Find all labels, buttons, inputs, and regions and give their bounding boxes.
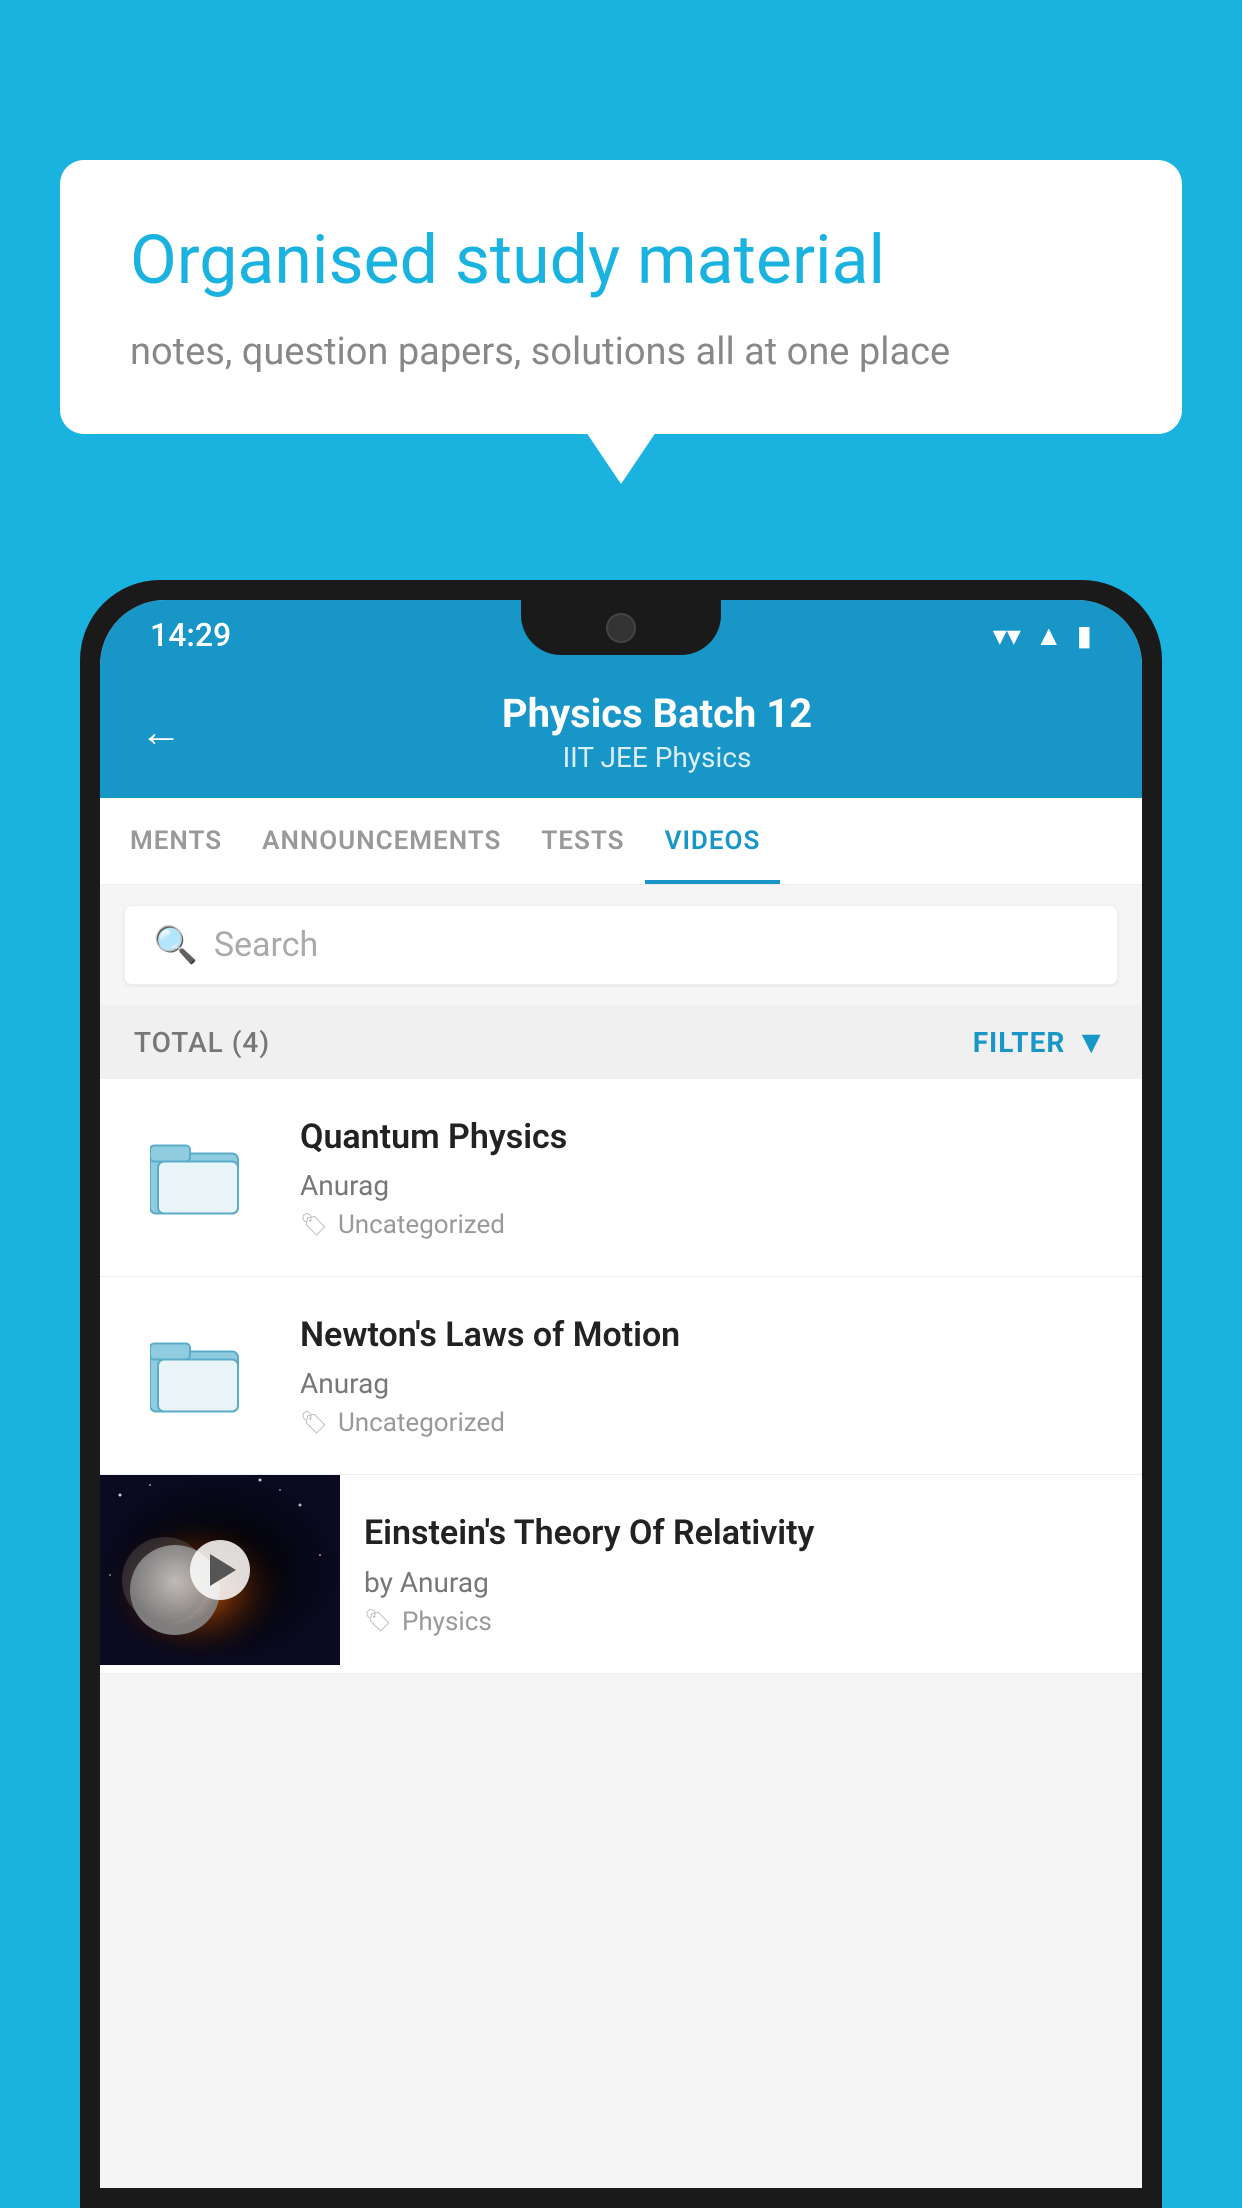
header-subtitle: IIT JEE Physics: [212, 741, 1102, 774]
list-item[interactable]: Quantum Physics Anurag 🏷 Uncategorized: [100, 1079, 1142, 1277]
search-placeholder: Search: [214, 925, 318, 965]
video-info-3: Einstein's Theory Of Relativity by Anura…: [340, 1475, 1142, 1672]
battery-icon: ▮: [1077, 619, 1092, 652]
filter-label: FILTER: [973, 1026, 1066, 1059]
signal-icon: ▲: [1035, 619, 1063, 652]
phone-notch: [521, 600, 721, 655]
play-button-einstein[interactable]: [190, 1540, 250, 1600]
header-title: Physics Batch 12: [212, 690, 1102, 737]
speech-bubble-container: Organised study material notes, question…: [60, 160, 1182, 434]
front-camera: [606, 613, 636, 643]
tab-videos[interactable]: VIDEOS: [645, 798, 781, 884]
tab-tests[interactable]: TESTS: [521, 798, 644, 884]
filter-button[interactable]: FILTER ▼: [973, 1023, 1108, 1061]
folder-thumbnail-1: [130, 1123, 270, 1233]
video-tag-3: 🏷 Physics: [364, 1607, 1112, 1637]
list-item[interactable]: Newton's Laws of Motion Anurag 🏷 Uncateg…: [100, 1277, 1142, 1475]
tab-ments[interactable]: MENTS: [110, 798, 242, 884]
video-info-2: Newton's Laws of Motion Anurag 🏷 Uncateg…: [300, 1313, 1112, 1438]
bubble-title: Organised study material: [130, 220, 1112, 302]
video-tag-1: 🏷 Uncategorized: [300, 1210, 1112, 1240]
phone-screen: 14:29 ▾▾ ▲ ▮ ← Physics Batch 12 IIT JEE …: [100, 600, 1142, 2188]
search-bar[interactable]: 🔍 Search: [124, 905, 1118, 985]
video-tag-2: 🏷 Uncategorized: [300, 1408, 1112, 1438]
phone-inner: 14:29 ▾▾ ▲ ▮ ← Physics Batch 12 IIT JEE …: [100, 600, 1142, 2188]
tag-icon-2: 🏷: [300, 1411, 328, 1436]
filter-icon: ▼: [1075, 1023, 1108, 1061]
tabs-bar: MENTS ANNOUNCEMENTS TESTS VIDEOS: [100, 798, 1142, 885]
video-title-2: Newton's Laws of Motion: [300, 1313, 1112, 1357]
speech-bubble: Organised study material notes, question…: [60, 160, 1182, 434]
video-author-2: Anurag: [300, 1367, 1112, 1400]
search-icon: 🔍: [153, 924, 198, 966]
status-time: 14:29: [150, 616, 231, 654]
video-author-1: Anurag: [300, 1169, 1112, 1202]
folder-thumbnail-2: [130, 1321, 270, 1431]
tag-label-3: Physics: [402, 1607, 492, 1637]
bubble-subtitle: notes, question papers, solutions all at…: [130, 330, 1112, 374]
tag-icon-3: 🏷: [364, 1609, 392, 1634]
video-title-3: Einstein's Theory Of Relativity: [364, 1511, 1112, 1555]
video-author-3: by Anurag: [364, 1566, 1112, 1599]
total-count: TOTAL (4): [134, 1026, 270, 1059]
video-info-1: Quantum Physics Anurag 🏷 Uncategorized: [300, 1115, 1112, 1240]
header-center: Physics Batch 12 IIT JEE Physics: [212, 690, 1102, 774]
list-item[interactable]: Einstein's Theory Of Relativity by Anura…: [100, 1475, 1142, 1673]
tab-announcements[interactable]: ANNOUNCEMENTS: [242, 798, 521, 884]
filter-row: TOTAL (4) FILTER ▼: [100, 1005, 1142, 1079]
video-title-1: Quantum Physics: [300, 1115, 1112, 1159]
content-area: 🔍 Search TOTAL (4) FILTER ▼: [100, 885, 1142, 2188]
app-header: ← Physics Batch 12 IIT JEE Physics: [100, 670, 1142, 798]
tag-label-2: Uncategorized: [338, 1408, 505, 1438]
back-button[interactable]: ←: [140, 708, 182, 757]
video-list: Quantum Physics Anurag 🏷 Uncategorized: [100, 1079, 1142, 1674]
video-thumbnail-einstein: [100, 1475, 340, 1665]
wifi-icon: ▾▾: [993, 619, 1021, 652]
tag-icon-1: 🏷: [300, 1213, 328, 1238]
phone-frame: 14:29 ▾▾ ▲ ▮ ← Physics Batch 12 IIT JEE …: [80, 580, 1162, 2208]
tag-label-1: Uncategorized: [338, 1210, 505, 1240]
status-icons: ▾▾ ▲ ▮: [993, 619, 1092, 652]
play-icon: [210, 1554, 236, 1586]
